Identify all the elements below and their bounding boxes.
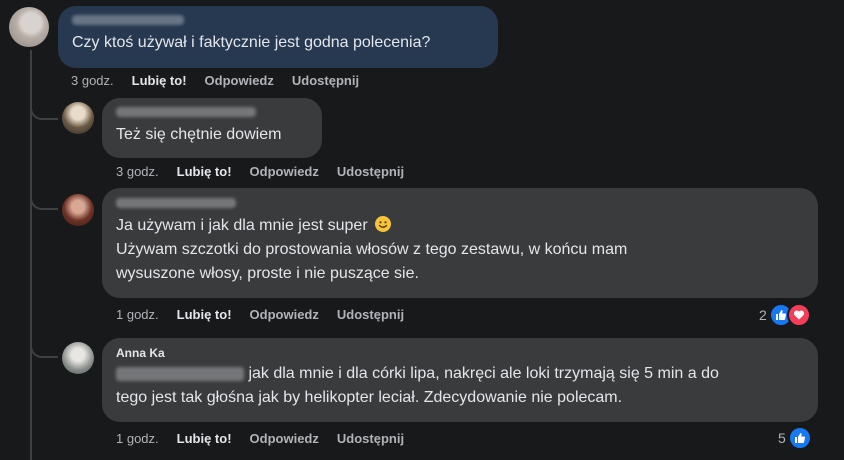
comment-time[interactable]: 3 godz. bbox=[71, 73, 114, 88]
like-button[interactable]: Lubię to! bbox=[177, 431, 232, 446]
reaction-count: 2 bbox=[759, 307, 767, 323]
like-button[interactable]: Lubię to! bbox=[177, 307, 232, 322]
comment-text-line: wysuszone włosy, proste i nie puszące si… bbox=[116, 265, 419, 282]
reply-button[interactable]: Odpowiedz bbox=[250, 431, 319, 446]
reaction-count: 5 bbox=[778, 430, 786, 446]
comment-text-line: jak dla mnie i dla córki lipa, nakręci a… bbox=[244, 365, 719, 382]
comment-text-line: tego jest tak głośna jak by helikopter l… bbox=[116, 389, 623, 406]
share-button[interactable]: Udostępnij bbox=[337, 431, 404, 446]
like-button[interactable]: Lubię to! bbox=[177, 164, 232, 179]
comment-time[interactable]: 1 godz. bbox=[116, 431, 159, 446]
avatar[interactable] bbox=[9, 7, 49, 47]
share-button[interactable]: Udostępnij bbox=[337, 164, 404, 179]
comment-actions: 3 godz. Lubię to! Odpowiedz Udostępnij bbox=[71, 73, 359, 88]
comment-time[interactable]: 3 godz. bbox=[116, 164, 159, 179]
thread-connector bbox=[30, 100, 58, 120]
comment-time[interactable]: 1 godz. bbox=[116, 307, 159, 322]
avatar[interactable] bbox=[62, 342, 94, 374]
comment-bubble: Anna Ka jak dla mnie i dla córki lipa, n… bbox=[102, 338, 818, 422]
comment-author[interactable]: ​ bbox=[116, 198, 236, 208]
like-button[interactable]: Lubię to! bbox=[132, 73, 187, 88]
comment-text: Też się chętnie dowiem bbox=[116, 126, 282, 143]
comment-bubble: ​ Też się chętnie dowiem bbox=[102, 98, 322, 158]
comment-text: Ja używam i jak dla mnie jest super Używ… bbox=[116, 214, 804, 286]
comment-actions: 1 godz. Lubię to! Odpowiedz Udostępnij bbox=[116, 307, 404, 322]
love-reaction-icon bbox=[786, 303, 811, 327]
reaction-summary[interactable]: 5 bbox=[778, 426, 812, 450]
comment-bubble: ​ Ja używam i jak dla mnie jest super Uż… bbox=[102, 188, 818, 298]
avatar[interactable] bbox=[62, 194, 94, 226]
comment-actions: 3 godz. Lubię to! Odpowiedz Udostępnij bbox=[116, 164, 404, 179]
like-reaction-icon bbox=[787, 426, 812, 450]
share-button[interactable]: Udostępnij bbox=[337, 307, 404, 322]
mentioned-user[interactable] bbox=[116, 366, 244, 381]
avatar[interactable] bbox=[62, 102, 94, 134]
comment-author[interactable]: Anna Ka bbox=[116, 346, 804, 360]
reply-button[interactable]: Odpowiedz bbox=[250, 307, 319, 322]
comment-text: jak dla mnie i dla córki lipa, nakręci a… bbox=[116, 362, 804, 410]
thread-connector bbox=[30, 190, 58, 210]
reply-button[interactable]: Odpowiedz bbox=[250, 164, 319, 179]
thread-connector bbox=[30, 338, 58, 358]
comment-text: Czy ktoś używał i faktycznie jest godna … bbox=[72, 34, 431, 51]
comment-text-line: Ja używam i jak dla mnie jest super bbox=[116, 217, 368, 234]
comment-bubble: ​ Czy ktoś używał i faktycznie jest godn… bbox=[58, 6, 498, 68]
comment-actions: 1 godz. Lubię to! Odpowiedz Udostępnij bbox=[116, 431, 404, 446]
reply-button[interactable]: Odpowiedz bbox=[205, 73, 274, 88]
comment-text-line: Używam szczotki do prostowania włosów z … bbox=[116, 241, 628, 258]
comment-author[interactable]: ​ bbox=[72, 15, 184, 25]
smile-emoji-icon bbox=[375, 216, 392, 232]
reaction-summary[interactable]: 2 bbox=[759, 303, 811, 327]
comment-author[interactable]: ​ bbox=[116, 107, 256, 117]
share-button[interactable]: Udostępnij bbox=[292, 73, 359, 88]
